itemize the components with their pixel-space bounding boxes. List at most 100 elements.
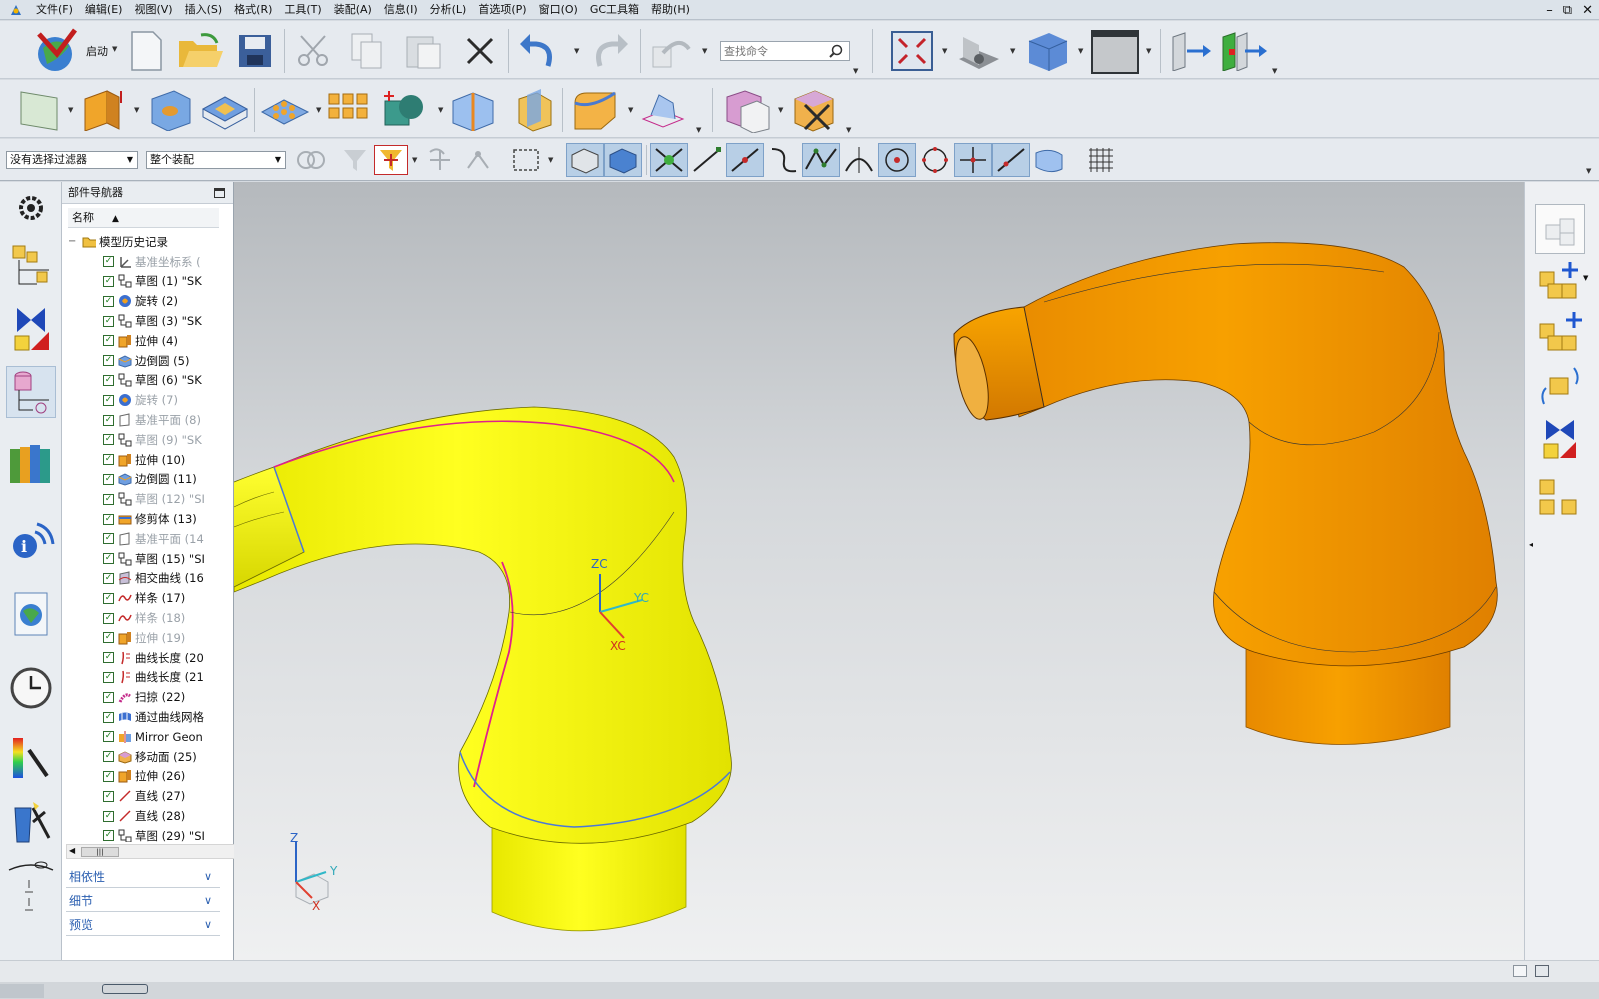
background-dropdown-icon[interactable]: ▼: [1146, 47, 1151, 55]
menu-item-0[interactable]: 文件(F): [30, 0, 79, 20]
menu-item-2[interactable]: 视图(V): [128, 0, 178, 20]
preview-section[interactable]: 预览 ∨: [66, 914, 220, 936]
pattern-dropdown-icon[interactable]: ▼: [316, 106, 321, 114]
cut-icon[interactable]: [292, 31, 334, 71]
tree-item[interactable]: ✓ 样条 (18): [62, 608, 218, 628]
move-component-icon[interactable]: [1535, 362, 1585, 412]
pattern-feature-icon[interactable]: [258, 88, 312, 132]
tree-item[interactable]: ✓ 边倒圆 (11): [62, 470, 218, 490]
h-scroll-thumb[interactable]: |||: [81, 847, 119, 857]
view-triad[interactable]: [295, 842, 329, 905]
tree-item[interactable]: ✓ Mirror Geon: [62, 727, 218, 747]
menu-item-7[interactable]: 信息(I): [378, 0, 424, 20]
visibility-checkbox[interactable]: ✓: [103, 572, 114, 584]
selection-intent-icon[interactable]: [462, 145, 496, 175]
save-icon[interactable]: [234, 31, 276, 71]
menu-item-6[interactable]: 装配(A): [328, 0, 378, 20]
status-window-icon[interactable]: [1535, 965, 1549, 977]
snap-point-on-face-icon[interactable]: [1030, 143, 1068, 177]
draft-icon[interactable]: [638, 88, 688, 132]
copy-icon[interactable]: [346, 31, 388, 71]
process-studio-icon[interactable]: [6, 796, 56, 848]
shaded-display-icon[interactable]: [1024, 30, 1070, 72]
visibility-checkbox[interactable]: ✓: [103, 553, 114, 565]
synchronous-modeling-icon[interactable]: [722, 86, 772, 134]
background-icon[interactable]: [1090, 30, 1140, 74]
select-bodies-icon[interactable]: [604, 143, 642, 177]
delete-icon[interactable]: [462, 33, 498, 69]
collapse-toggle-icon[interactable]: −: [68, 236, 78, 247]
assembly-navigator-icon[interactable]: [6, 240, 56, 292]
visibility-checkbox[interactable]: ✓: [103, 691, 114, 703]
visibility-checkbox[interactable]: ✓: [103, 751, 114, 763]
visibility-checkbox[interactable]: ✓: [103, 513, 114, 525]
visibility-checkbox[interactable]: ✓: [103, 256, 114, 268]
settings-gear-icon[interactable]: [6, 182, 56, 234]
split-body-icon[interactable]: [448, 88, 498, 132]
tree-item[interactable]: ✓ 拉伸 (4): [62, 331, 218, 351]
extrude-icon[interactable]: [78, 88, 126, 132]
menu-item-12[interactable]: 帮助(H): [645, 0, 696, 20]
tree-item[interactable]: ✓ 修剪体 (13): [62, 509, 218, 529]
snap-endpoint-icon[interactable]: [688, 143, 726, 177]
yellow-faucet-body[interactable]: [234, 406, 732, 932]
reuse-library-icon[interactable]: [6, 438, 56, 490]
snap-arc-center-icon[interactable]: [878, 143, 916, 177]
offset-face-icon[interactable]: [510, 86, 556, 134]
orientation-dropdown-icon[interactable]: ▼: [1010, 47, 1015, 55]
minimize-button[interactable]: –: [1546, 3, 1553, 18]
constraint-navigator-icon[interactable]: [6, 302, 56, 354]
visibility-checkbox[interactable]: ✓: [103, 652, 114, 664]
visibility-checkbox[interactable]: ✓: [103, 612, 114, 624]
part-navigator-icon[interactable]: [6, 366, 56, 418]
tree-item[interactable]: ✓ 基准平面 (14: [62, 529, 218, 549]
snap-quadrant-icon[interactable]: [916, 143, 954, 177]
tree-item[interactable]: ✓ 通过曲线网格: [62, 707, 218, 727]
start-dropdown-icon[interactable]: ▼: [112, 45, 117, 53]
sketch-dropdown-icon[interactable]: ▼: [68, 106, 73, 114]
tree-item[interactable]: ✓ 曲线长度 (21: [62, 668, 218, 688]
menu-item-9[interactable]: 首选项(P): [472, 0, 532, 20]
tree-item[interactable]: ✓ 草图 (12) "SI: [62, 489, 218, 509]
redo-icon[interactable]: [588, 31, 632, 71]
dependencies-section[interactable]: 相依性 ∨: [66, 866, 220, 888]
sync-dropdown-icon[interactable]: ▼: [778, 106, 783, 114]
feature-filter-dropdown-icon[interactable]: ▼: [412, 156, 417, 164]
tree-item[interactable]: ✓ 样条 (17): [62, 588, 218, 608]
tree-item[interactable]: ✓ 基准坐标系 (: [62, 252, 218, 272]
hd3d-tools-icon[interactable]: i: [6, 512, 56, 564]
roles-icon[interactable]: [6, 858, 56, 918]
select-features-icon[interactable]: [566, 143, 604, 177]
tree-item[interactable]: ✓ 直线 (27): [62, 786, 218, 806]
orange-faucet-body[interactable]: [950, 242, 1498, 745]
tree-item[interactable]: ✓ 曲线长度 (20: [62, 648, 218, 668]
delete-face-icon[interactable]: [790, 86, 838, 134]
start-globe-icon[interactable]: [32, 27, 82, 75]
history-clock-icon[interactable]: [6, 662, 56, 714]
undo-dropdown-icon[interactable]: ▼: [574, 47, 579, 55]
type-filter-select[interactable]: 没有选择过滤器 ▼: [6, 151, 138, 169]
close-button[interactable]: ✕: [1582, 3, 1593, 18]
tree-item[interactable]: ✓ 草图 (15) "SI: [62, 549, 218, 569]
fit-dropdown-icon[interactable]: ▼: [942, 47, 947, 55]
scroll-left-icon[interactable]: ◀: [69, 846, 75, 855]
visibility-checkbox[interactable]: ✓: [103, 533, 114, 545]
visibility-checkbox[interactable]: ✓: [103, 414, 114, 426]
tree-item[interactable]: ✓ 拉伸 (19): [62, 628, 218, 648]
visibility-checkbox[interactable]: ✓: [103, 315, 114, 327]
visibility-checkbox[interactable]: ✓: [103, 493, 114, 505]
taskbar-button[interactable]: [0, 984, 44, 998]
snap-point-on-curve-icon[interactable]: [992, 143, 1030, 177]
display-dropdown-icon[interactable]: ▼: [1078, 47, 1083, 55]
menu-item-5[interactable]: 工具(T): [278, 0, 327, 20]
visibility-checkbox[interactable]: ✓: [103, 473, 114, 485]
search-icon[interactable]: [828, 43, 844, 59]
rightbar-collapse-icon[interactable]: ◂: [1529, 540, 1533, 549]
visibility-checkbox[interactable]: ✓: [103, 711, 114, 723]
visibility-checkbox[interactable]: ✓: [103, 770, 114, 782]
feature-toolbar-overflow-icon[interactable]: ▼: [696, 126, 701, 134]
tree-item[interactable]: ✓ 草图 (3) "SK: [62, 311, 218, 331]
visibility-checkbox[interactable]: ✓: [103, 454, 114, 466]
visibility-checkbox[interactable]: ✓: [103, 434, 114, 446]
tree-item[interactable]: ✓ 拉伸 (10): [62, 450, 218, 470]
